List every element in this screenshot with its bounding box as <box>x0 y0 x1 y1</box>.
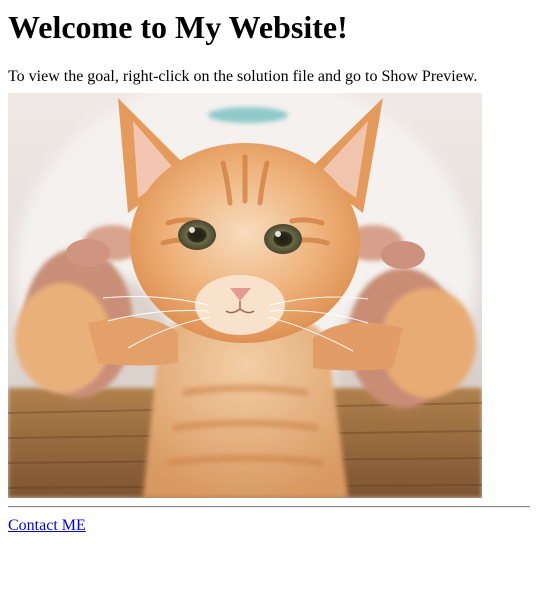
page-title: Welcome to My Website! <box>8 9 348 45</box>
page: Welcome to My Website! To view the goal,… <box>0 0 538 602</box>
kitten-photo <box>8 93 482 498</box>
divider <box>8 506 530 508</box>
intro-text: To view the goal, right-click on the sol… <box>8 68 478 85</box>
contact-link[interactable]: Contact ME <box>8 516 86 535</box>
